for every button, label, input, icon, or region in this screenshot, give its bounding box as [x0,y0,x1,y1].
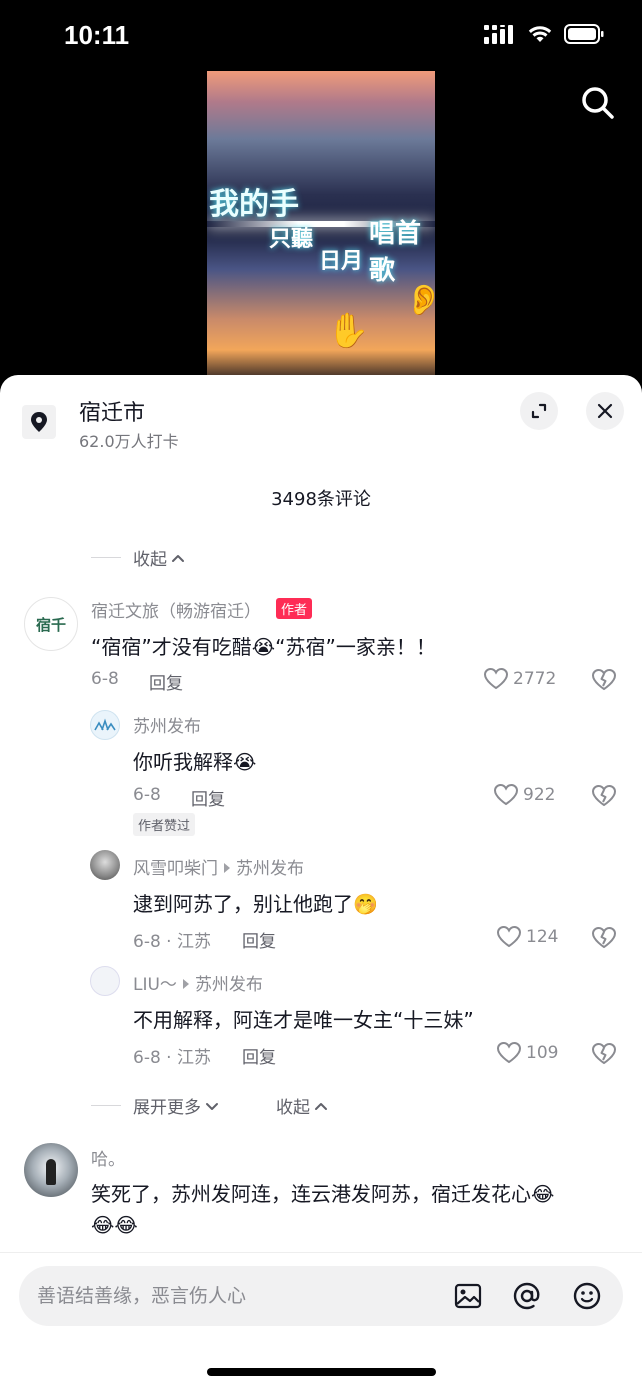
heart-icon [483,667,509,690]
comment-username[interactable]: 宿迁文旅（畅游宿迁） [91,597,261,622]
collapse-thread-label: 收起 [276,1098,310,1118]
like-button[interactable]: 124 [496,925,558,949]
avatar[interactable] [90,966,120,996]
like-button[interactable]: 2772 [483,667,556,691]
divider-line [91,1105,121,1106]
expand-icon [531,403,547,419]
heart-icon [496,925,522,948]
close-icon [597,403,613,419]
comment-date: 6-8 · 江苏 [133,932,211,952]
video-caption-line-4: 唱首歌 [369,219,422,286]
like-button[interactable]: 922 [493,783,555,807]
cellular-signal-icon [484,25,513,44]
comment-text: 不用解释，阿连才是唯一女主“十三妹” [133,1008,474,1032]
comment-username[interactable]: 哈。 [91,1145,125,1170]
comment-text: 逮到阿苏了，别让他跑了🤭 [133,892,378,916]
expand-button[interactable] [520,392,558,430]
video-caption-line-2: 只聽 [269,226,314,252]
avatar[interactable]: 宿千 [24,597,78,651]
video-caption-line-3: 日月 [319,248,364,274]
search-button[interactable] [578,84,618,124]
collapse-top-button[interactable]: 收起 [91,545,186,570]
broken-heart-icon[interactable] [591,783,617,809]
expand-more-button[interactable]: 展开更多 [91,1093,220,1118]
comment-username[interactable]: 苏州发布 [133,712,201,737]
comment-date: 6-8 · 江苏 [133,1048,211,1068]
comment-text-line-2: 😂😂 [91,1213,138,1237]
comment-text: “宿宿”才没有吃醋😭“苏宿”一家亲！！ [91,635,436,659]
battery-icon [564,24,604,44]
heart-icon [496,1041,522,1064]
input-divider [0,1252,642,1253]
at-icon[interactable] [512,1281,542,1311]
avatar[interactable] [90,710,120,740]
close-button[interactable] [586,392,624,430]
chevron-up-icon [315,1102,327,1110]
author-liked-badge: 作者赞过 [133,813,196,836]
avatar[interactable] [90,850,120,880]
reply-button[interactable]: 回复 [242,927,276,952]
reply-button[interactable]: 回复 [242,1043,276,1068]
broken-heart-icon[interactable] [591,1041,617,1067]
comment-sheet: 宿迁市 62.0万人打卡 3498条评论 收起 宿千 宿迁文旅（畅游宿迁） 作者… [0,375,642,1389]
reply-button[interactable]: 回复 [191,785,225,810]
comment-date: 6-8 [133,785,161,805]
avatar-figure [46,1159,56,1185]
location-pin-icon [31,412,47,432]
comment-username[interactable]: LIU～ [133,975,177,995]
like-count: 109 [526,1043,559,1063]
comment-username[interactable]: 风雪叩柴门 [133,859,218,879]
avatar[interactable] [24,1143,78,1197]
hand-emoji: ✋ [327,311,370,351]
status-time: 10:11 [64,20,130,50]
collapse-top-label: 收起 [133,550,167,570]
collapse-thread-button[interactable]: 收起 [276,1093,329,1118]
video-thumbnail[interactable]: 我的手 只聽 日月 唱首歌 ✋ 👂 [207,71,435,381]
reply-arrow-icon [224,863,230,873]
reply-to-username[interactable]: 苏州发布 [236,859,304,879]
author-badge: 作者 [276,598,313,619]
comment-input-bar [19,1266,623,1326]
location-checkins: 62.0万人打卡 [79,432,179,451]
comment-date: 6-8 [91,669,119,689]
comment-text-line-1: 笑死了，苏州发阿连，连云港发阿苏，宿迁发花心😂 [91,1182,555,1206]
comment-count: 3498条评论 [271,489,371,510]
expand-more-label: 展开更多 [133,1098,201,1118]
like-count: 922 [523,785,556,805]
reply-to-username[interactable]: 苏州发布 [195,975,263,995]
divider-line [91,557,121,558]
reply-arrow-icon [182,979,189,989]
video-caption-line-1: 我的手 [209,187,299,222]
image-icon[interactable] [453,1281,483,1311]
avatar-logo-text: 宿千 [35,615,66,634]
location-name[interactable]: 宿迁市 [79,395,145,427]
ear-emoji: 👂 [405,283,435,318]
like-count: 2772 [513,669,557,689]
status-bar: 10:11 [0,0,642,72]
search-icon [582,87,614,119]
wifi-icon [528,26,552,42]
like-button[interactable]: 109 [496,1041,558,1065]
home-indicator [207,1368,436,1376]
comment-username-line: LIU～ 苏州发布 [133,970,263,995]
status-icons [484,24,604,44]
comment-username-line: 风雪叩柴门 苏州发布 [133,854,304,879]
location-icon-box[interactable] [22,405,56,439]
broken-heart-icon[interactable] [591,667,617,693]
chevron-up-icon [172,554,184,562]
comment-input[interactable] [37,1266,437,1326]
like-count: 124 [526,927,559,947]
heart-icon [493,783,519,806]
chevron-down-icon [206,1102,218,1110]
emoji-icon[interactable] [572,1281,602,1311]
suzhou-logo-icon [94,718,116,731]
broken-heart-icon[interactable] [591,925,617,951]
reply-button[interactable]: 回复 [149,669,183,694]
comment-text: 你听我解释😭 [133,750,257,774]
